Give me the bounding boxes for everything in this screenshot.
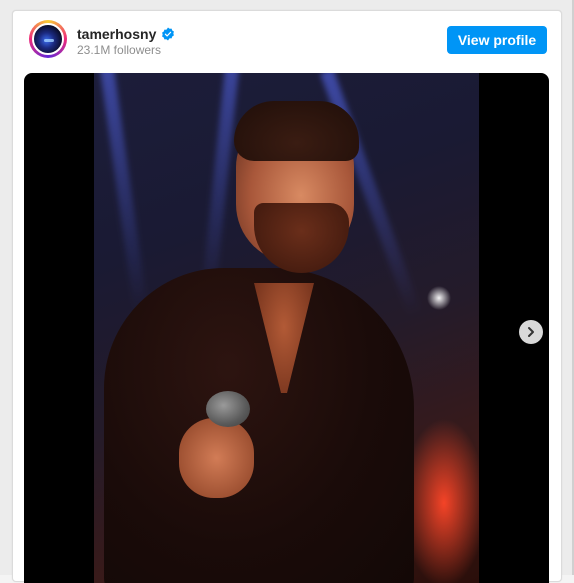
- username-row: tamerhosny: [77, 25, 175, 43]
- performer-hand: [179, 418, 254, 498]
- username-link[interactable]: tamerhosny: [77, 26, 156, 42]
- follower-count: 23.1M followers: [77, 43, 162, 57]
- microphone: [206, 391, 250, 427]
- performer-body: [104, 268, 414, 583]
- avatar-image: [32, 23, 64, 55]
- verified-badge-icon: [162, 27, 175, 41]
- stage-light-beam: [97, 73, 149, 313]
- view-profile-button[interactable]: View profile: [447, 26, 547, 54]
- performer-hair: [234, 101, 359, 161]
- post-header: tamerhosny 23.1M followers View profile: [13, 11, 561, 69]
- concert-photo: [94, 73, 479, 583]
- avatar-highlight: [44, 39, 54, 42]
- avatar[interactable]: [29, 20, 67, 58]
- next-slide-button[interactable]: [519, 320, 543, 344]
- instagram-embed-card: tamerhosny 23.1M followers View profile: [12, 10, 562, 583]
- performer-beard: [254, 203, 349, 273]
- post-media[interactable]: [24, 73, 549, 583]
- chevron-right-icon: [528, 327, 534, 337]
